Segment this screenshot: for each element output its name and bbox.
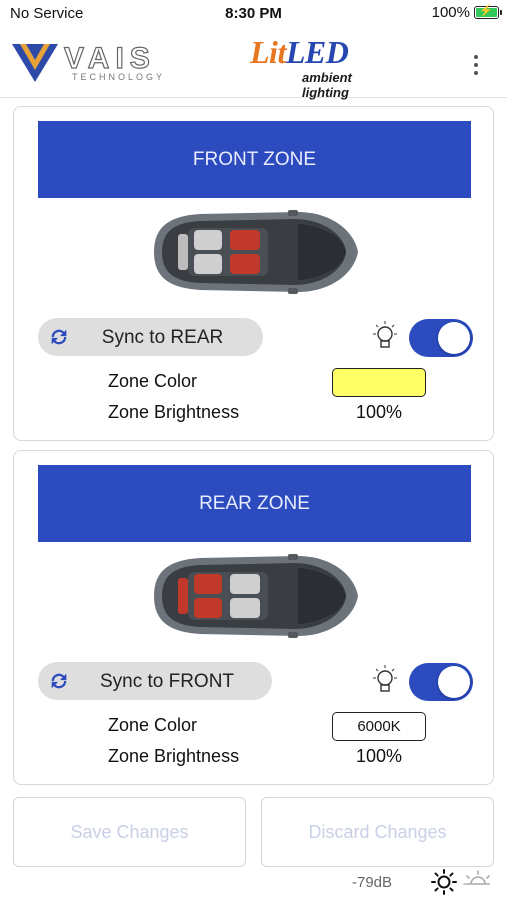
vais-logo: VAIS TECHNOLOGY: [12, 41, 165, 82]
sync-to-rear-button[interactable]: Sync to REAR: [38, 318, 263, 356]
front-zone-card: FRONT ZONE Sync to REAR Zone Color Zone …: [13, 106, 494, 441]
app-header: VAIS TECHNOLOGY LitLED ambient lighting: [0, 30, 507, 100]
car-top-view-rear-icon: [154, 554, 358, 638]
front-zone-color-swatch[interactable]: [332, 368, 426, 397]
sync-to-front-button[interactable]: Sync to FRONT: [38, 662, 272, 700]
zone-color-label: Zone Color: [108, 715, 198, 735]
front-zone-header[interactable]: FRONT ZONE: [38, 121, 471, 198]
status-bar: No Service 8:30 PM 100% ⚡: [0, 0, 507, 28]
signal-strength-text: -79dB: [352, 874, 393, 891]
vais-logo-subtext: TECHNOLOGY: [72, 72, 165, 82]
litled-logo: LitLED ambient lighting: [250, 34, 400, 100]
car-top-view-front-icon: [154, 210, 358, 294]
battery-icon: ⚡: [474, 5, 502, 19]
litled-led-text: LED: [285, 34, 349, 70]
lightbulb-icon: [373, 321, 397, 348]
zone-brightness-label: Zone Brightness: [108, 402, 240, 422]
zone-brightness-label: Zone Brightness: [108, 746, 240, 766]
sync-label: Sync to REAR: [101, 327, 224, 348]
more-vertical-icon[interactable]: [469, 50, 483, 80]
rear-zone-toggle[interactable]: [409, 663, 473, 701]
litled-lit-text: Lit: [250, 34, 286, 70]
sun-dim-icon[interactable]: [462, 870, 494, 892]
zone-color-label: Zone Color: [108, 371, 198, 391]
discard-changes-button[interactable]: Discard Changes: [261, 797, 494, 867]
sun-icon[interactable]: [430, 868, 458, 896]
rear-zone-card: REAR ZONE Sync to FRONT Zone Color 6000K…: [13, 450, 494, 785]
battery-percent: 100%: [431, 4, 470, 21]
sync-label: Sync to FRONT: [99, 671, 235, 692]
rear-zone-brightness-value[interactable]: 100%: [332, 746, 426, 767]
rear-zone-color-swatch[interactable]: 6000K: [332, 712, 426, 741]
litled-subtitle: ambient lighting: [302, 70, 352, 100]
front-zone-toggle[interactable]: [409, 319, 473, 357]
save-changes-button[interactable]: Save Changes: [13, 797, 246, 867]
lightbulb-icon: [373, 665, 397, 692]
battery-indicator: 100% ⚡: [431, 4, 502, 21]
vais-logo-text: VAIS: [64, 42, 156, 75]
front-zone-brightness-value[interactable]: 100%: [332, 402, 426, 423]
rear-zone-header[interactable]: REAR ZONE: [38, 465, 471, 542]
